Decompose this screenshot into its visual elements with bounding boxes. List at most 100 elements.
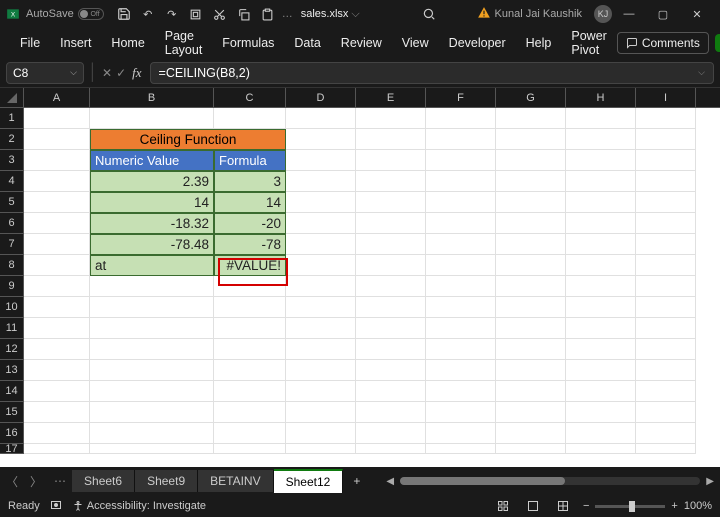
hscroll-thumb[interactable] — [400, 477, 565, 485]
row-header[interactable]: 14 — [0, 381, 24, 402]
fx-icon[interactable]: fx — [132, 65, 141, 81]
search-icon[interactable] — [421, 6, 437, 22]
cell[interactable] — [636, 339, 696, 360]
cell[interactable] — [356, 381, 426, 402]
cell[interactable] — [426, 108, 496, 129]
minimize-button[interactable]: — — [612, 0, 646, 28]
zoom-in-button[interactable]: + — [671, 500, 677, 512]
cell[interactable] — [426, 423, 496, 444]
cell[interactable] — [286, 129, 356, 150]
cell[interactable] — [90, 108, 214, 129]
cell[interactable] — [426, 150, 496, 171]
cell[interactable] — [566, 276, 636, 297]
formula-bar[interactable]: =CEILING(B8,2) ⌵ — [150, 62, 714, 84]
sheet-nav-next-icon[interactable]: 〉 — [24, 473, 48, 490]
cell[interactable] — [566, 318, 636, 339]
cell-b4[interactable]: 2.39 — [90, 171, 214, 192]
cell[interactable] — [496, 171, 566, 192]
table-title-cell[interactable]: Ceiling Function — [90, 129, 286, 150]
row-header[interactable]: 6 — [0, 213, 24, 234]
cell[interactable] — [214, 276, 286, 297]
scroll-right-icon[interactable]: ▶ — [706, 476, 714, 487]
spreadsheet-grid[interactable]: A B C D E F G H I 1 2Ceiling Function 3N… — [0, 88, 720, 483]
share-button[interactable]: ⌵ — [715, 34, 720, 52]
cell[interactable] — [566, 360, 636, 381]
cell[interactable] — [90, 444, 214, 454]
cell[interactable] — [24, 297, 90, 318]
cell[interactable] — [24, 402, 90, 423]
cell[interactable] — [636, 234, 696, 255]
cell-b7[interactable]: -78.48 — [90, 234, 214, 255]
cell[interactable] — [496, 108, 566, 129]
cell[interactable] — [286, 171, 356, 192]
cell-b8[interactable]: at — [90, 255, 214, 276]
sheet-tab-sheet12[interactable]: Sheet12 — [274, 469, 344, 493]
cell[interactable] — [356, 423, 426, 444]
cell[interactable] — [496, 276, 566, 297]
cell[interactable] — [356, 150, 426, 171]
cell[interactable] — [286, 234, 356, 255]
cell[interactable] — [356, 234, 426, 255]
cell[interactable] — [286, 318, 356, 339]
cell[interactable] — [90, 297, 214, 318]
hscroll-track[interactable] — [400, 477, 700, 485]
zoom-knob[interactable] — [629, 501, 635, 512]
zoom-control[interactable]: − + 100% — [583, 500, 712, 512]
cell[interactable] — [636, 318, 696, 339]
sheet-tab-sheet9[interactable]: Sheet9 — [135, 470, 198, 492]
cell[interactable] — [566, 129, 636, 150]
tab-home[interactable]: Home — [101, 36, 154, 50]
cell[interactable] — [286, 402, 356, 423]
autosave-control[interactable]: AutoSave Off — [26, 8, 104, 20]
cell-b6[interactable]: -18.32 — [90, 213, 214, 234]
normal-view-icon[interactable] — [493, 499, 513, 513]
cell[interactable] — [496, 444, 566, 454]
cell[interactable] — [90, 381, 214, 402]
cell[interactable] — [636, 444, 696, 454]
cell[interactable] — [356, 171, 426, 192]
cell[interactable] — [286, 360, 356, 381]
filename-chevron-icon[interactable]: ⌵ — [351, 8, 359, 21]
cell[interactable] — [566, 381, 636, 402]
zoom-slider[interactable] — [595, 505, 665, 508]
cell[interactable] — [90, 276, 214, 297]
cell[interactable] — [286, 150, 356, 171]
cell[interactable] — [356, 108, 426, 129]
cell[interactable] — [636, 360, 696, 381]
cell[interactable] — [636, 129, 696, 150]
tab-view[interactable]: View — [392, 36, 439, 50]
cell[interactable] — [496, 402, 566, 423]
cancel-formula-icon[interactable]: ✕ — [102, 66, 112, 80]
cell[interactable] — [566, 423, 636, 444]
cell[interactable] — [636, 192, 696, 213]
cell[interactable] — [636, 381, 696, 402]
cell[interactable] — [286, 339, 356, 360]
cell[interactable] — [426, 234, 496, 255]
cell[interactable] — [426, 213, 496, 234]
cell[interactable] — [286, 255, 356, 276]
cell[interactable] — [90, 360, 214, 381]
cell[interactable] — [24, 192, 90, 213]
cell[interactable] — [286, 108, 356, 129]
sheet-tab-sheet6[interactable]: Sheet6 — [72, 470, 135, 492]
cell[interactable] — [214, 297, 286, 318]
cell[interactable] — [426, 255, 496, 276]
cell[interactable] — [496, 381, 566, 402]
cell-c5[interactable]: 14 — [214, 192, 286, 213]
cell[interactable] — [24, 171, 90, 192]
col-header-c[interactable]: C — [214, 88, 286, 107]
page-layout-view-icon[interactable] — [523, 499, 543, 513]
cell[interactable] — [426, 360, 496, 381]
cell[interactable] — [636, 213, 696, 234]
cell[interactable] — [496, 213, 566, 234]
cell[interactable] — [496, 255, 566, 276]
redo-icon[interactable]: ↷ — [164, 6, 180, 22]
cell-c8[interactable]: #VALUE! — [214, 255, 286, 276]
cell[interactable] — [214, 381, 286, 402]
cell[interactable] — [286, 423, 356, 444]
cell[interactable] — [356, 129, 426, 150]
maximize-button[interactable]: ▢ — [646, 0, 680, 28]
cell[interactable] — [496, 192, 566, 213]
sheet-nav-more-icon[interactable]: ⋯ — [48, 474, 72, 488]
cell[interactable] — [214, 402, 286, 423]
